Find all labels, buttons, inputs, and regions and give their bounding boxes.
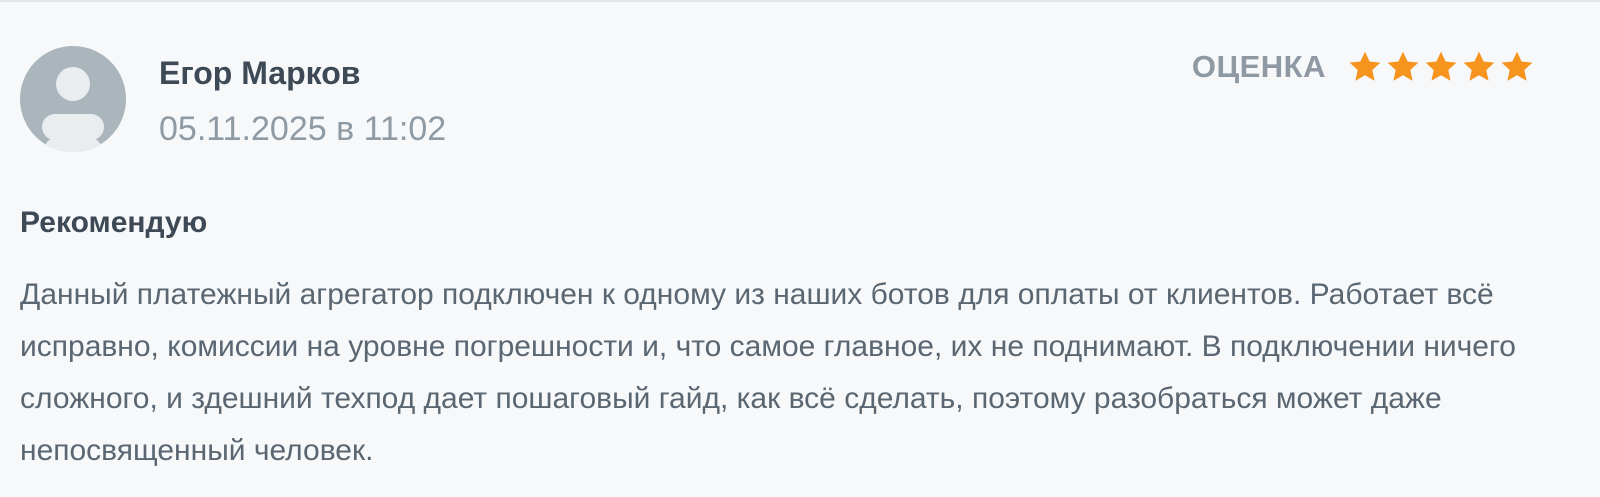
star-icon bbox=[1462, 50, 1496, 84]
star-icon bbox=[1500, 50, 1534, 84]
user-placeholder-icon bbox=[42, 67, 104, 152]
author-name: Егор Марков bbox=[159, 55, 361, 91]
rating-label: ОЦЕНКА bbox=[1191, 49, 1326, 84]
review-title: Рекомендую bbox=[20, 206, 208, 239]
star-icon bbox=[1424, 50, 1458, 84]
review-date: 05.11.2025 в 11:02 bbox=[159, 110, 447, 148]
review-card: Егор Марков 05.11.2025 в 11:02 ОЦЕНКА Ре… bbox=[0, 0, 1600, 497]
star-icon bbox=[1386, 50, 1420, 84]
star-icon bbox=[1348, 50, 1382, 84]
avatar bbox=[20, 46, 126, 152]
rating: ОЦЕНКА bbox=[1192, 44, 1534, 90]
review-text: Данный платежный агрегатор подключен к о… bbox=[20, 278, 1516, 467]
rating-stars bbox=[1348, 50, 1534, 84]
